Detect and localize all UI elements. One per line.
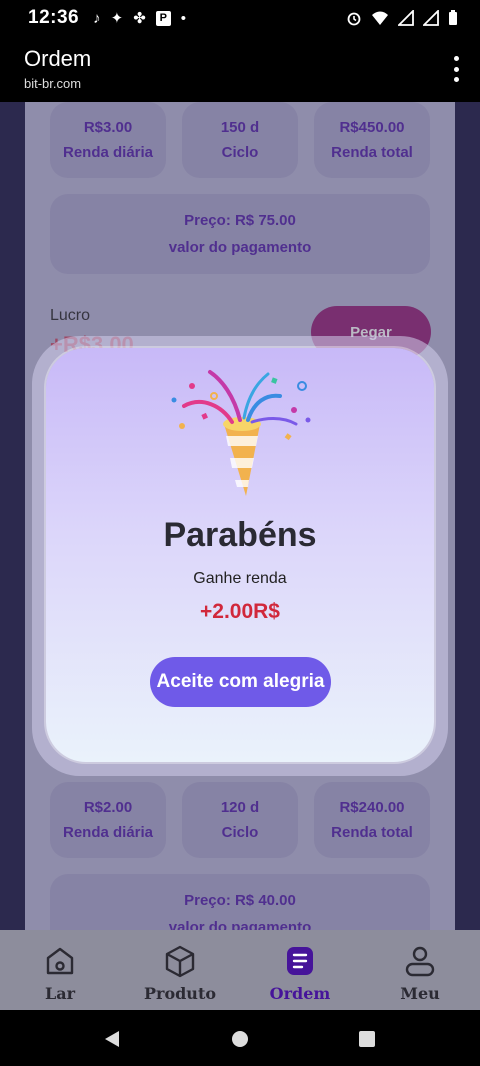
nav-item-meu[interactable]: Meu	[360, 930, 480, 1010]
app-bar: Ordem bit-br.com	[0, 36, 480, 102]
nav-item-ordem[interactable]: Ordem	[240, 930, 360, 1010]
cube-icon	[165, 945, 195, 978]
user-icon	[405, 946, 435, 977]
tools-icon: ✦	[110, 10, 124, 27]
nav-label: Ordem	[269, 984, 331, 1003]
battery-icon	[449, 10, 457, 25]
app-title: Ordem	[24, 46, 92, 71]
recents-icon[interactable]	[358, 1030, 376, 1048]
notification-icons: ♪ ✦ ✤ P •	[93, 9, 187, 28]
signal-icon-2	[423, 10, 439, 26]
tiktok-icon: ♪	[93, 9, 101, 27]
congrats-modal: Parabéns Ganhe renda +2.00R$ Aceite com …	[46, 348, 434, 762]
nav-label: Produto	[143, 984, 216, 1003]
nav-label: Lar	[44, 984, 76, 1003]
wifi-icon	[372, 11, 388, 25]
nav-item-lar[interactable]: Lar	[0, 930, 120, 1010]
fan-icon: ✤	[133, 10, 146, 27]
bottom-nav: Lar Produto Ordem Meu	[0, 930, 480, 1010]
status-time: 12:36	[28, 7, 80, 28]
reward-amount: +2.00R$	[200, 600, 280, 623]
more-options-icon[interactable]	[452, 56, 460, 82]
home-icon	[46, 947, 74, 975]
nav-label: Meu	[400, 984, 440, 1003]
modal-heading: Parabéns	[163, 516, 317, 554]
nav-item-produto[interactable]: Produto	[120, 930, 240, 1010]
accept-button[interactable]: Aceite com alegria	[150, 657, 331, 707]
parking-icon: P	[155, 10, 171, 26]
list-icon	[287, 947, 313, 975]
alarm-icon	[347, 12, 361, 26]
dot-icon: •	[180, 9, 187, 27]
back-icon[interactable]	[102, 1029, 122, 1049]
modal-subtext: Ganhe renda	[193, 570, 287, 587]
signal-icon	[398, 10, 414, 26]
app-subtitle: bit-br.com	[24, 76, 82, 91]
system-nav-bar	[0, 1010, 480, 1066]
status-bar: 12:36 ♪ ✦ ✤ P •	[0, 0, 480, 36]
party-popper-icon	[171, 370, 311, 496]
home-button-icon[interactable]	[230, 1029, 250, 1049]
